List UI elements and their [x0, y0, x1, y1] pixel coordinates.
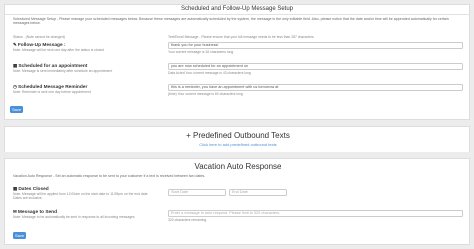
dates-inclusive-hint: Dates are inclusive.	[13, 196, 43, 200]
end-date-input[interactable]: End Date	[229, 189, 287, 196]
vacation-save-button[interactable]: Save	[13, 232, 26, 239]
follow-up-message-input[interactable]: thank you for your business!	[168, 42, 463, 49]
vacation-panel: Vacation Auto Response Vacation Auto Res…	[4, 158, 470, 245]
dates-closed-row: ▦Dates Closed Note: Message will be appl…	[13, 186, 148, 200]
text-header: Text/Email Message - Please ensure that …	[168, 35, 314, 39]
reminder-counter: (time) Your current message is 60 charac…	[168, 92, 243, 96]
reminder-hint: Note: Reminder is sent one day before ap…	[13, 90, 91, 94]
save-button[interactable]: Save	[10, 106, 23, 113]
appointment-counter: Data Acted Your current message is 43 ch…	[168, 71, 251, 75]
scheduled-panel: Scheduled and Follow-Up Message Setup Sc…	[4, 4, 470, 120]
follow-up-row: ✎Follow-Up Message : Note: Message will …	[13, 42, 104, 52]
vacation-description: Vacation Auto Response - Set an automati…	[13, 174, 206, 178]
characters-remaining: 320 characters remaining	[168, 218, 207, 222]
status-header: Status - (Note cannot be changed)	[13, 35, 65, 39]
message-to-send-row: ✉Message to Send Note: Message to be aut…	[13, 209, 135, 219]
predefined-title[interactable]: + Predefined Outbound Texts	[5, 131, 471, 140]
scheduled-title: Scheduled and Follow-Up Message Setup	[5, 5, 469, 15]
appointment-hint: Note: Message is sent immediately after …	[13, 69, 113, 73]
vacation-title: Vacation Auto Response	[194, 162, 282, 171]
follow-up-hint: Note: Message will be sent one day after…	[13, 48, 105, 52]
scheduled-description: Scheduled Message Setup - Please manage …	[13, 17, 449, 26]
auto-response-message-input[interactable]: Enter a message to auto respond. Please …	[168, 210, 463, 217]
appointment-row: ▦Scheduled for an appointment Note: Mess…	[13, 63, 112, 73]
predefined-link[interactable]: Click here to add predefined outbound te…	[5, 142, 471, 147]
message-to-send-hint: Note: Message to be automatically be sen…	[13, 215, 135, 219]
reminder-row: ◷Scheduled Message Reminder Note: Remind…	[13, 84, 91, 94]
start-date-input[interactable]: Start Date	[168, 189, 226, 196]
reminder-message-input[interactable]: this is a reminder, you have an appointm…	[168, 84, 463, 91]
follow-up-counter: Your current message is 26 characters lo…	[168, 50, 234, 54]
appointment-message-input[interactable]: you are now scheduled for an appointment…	[168, 63, 463, 70]
predefined-panel: + Predefined Outbound Texts Click here t…	[4, 126, 470, 152]
